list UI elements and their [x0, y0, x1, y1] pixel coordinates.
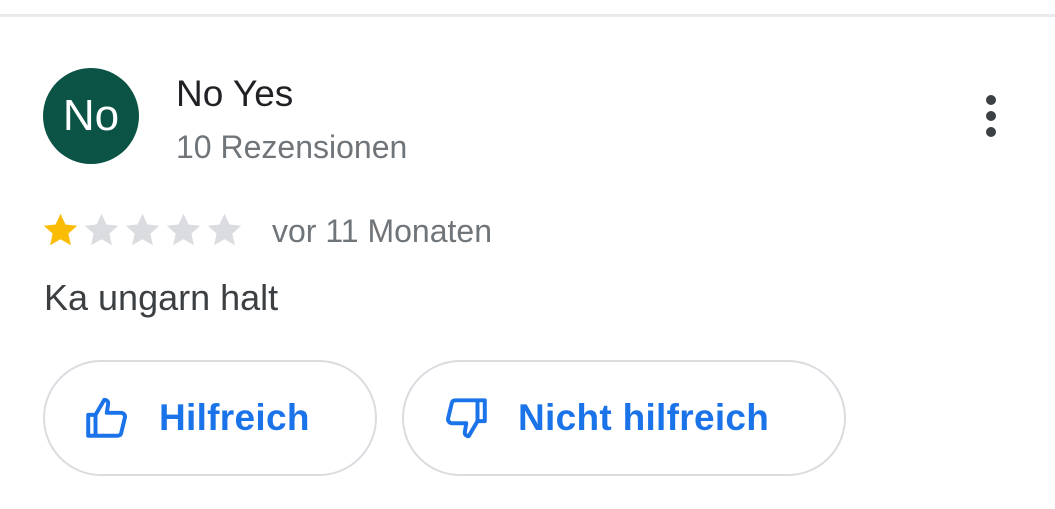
helpful-label: Hilfreich: [159, 397, 310, 438]
more-vert-icon: [986, 95, 996, 137]
review-text: Ka ungarn halt: [44, 277, 279, 318]
more-options-button[interactable]: [966, 90, 1016, 142]
star-empty-icon: [125, 213, 160, 246]
star-empty-icon: [166, 213, 201, 246]
avatar[interactable]: No: [43, 68, 139, 164]
not-helpful-button[interactable]: Nicht hilfreich: [402, 360, 846, 476]
not-helpful-label: Nicht hilfreich: [518, 397, 770, 438]
review-date: vor 11 Monaten: [272, 213, 492, 249]
top-divider: [0, 14, 1055, 17]
star-rating: [40, 210, 245, 251]
helpful-button[interactable]: Hilfreich: [43, 360, 377, 476]
star-empty-icon: [84, 213, 119, 246]
thumbs-up-icon: [86, 397, 127, 438]
avatar-initials: No: [62, 91, 120, 140]
star-filled-icon: [43, 213, 78, 246]
star-empty-icon: [207, 213, 242, 246]
review-count: 10 Rezensionen: [176, 129, 408, 165]
thumbs-down-icon: [446, 398, 487, 439]
reviewer-name[interactable]: No Yes: [176, 72, 293, 116]
